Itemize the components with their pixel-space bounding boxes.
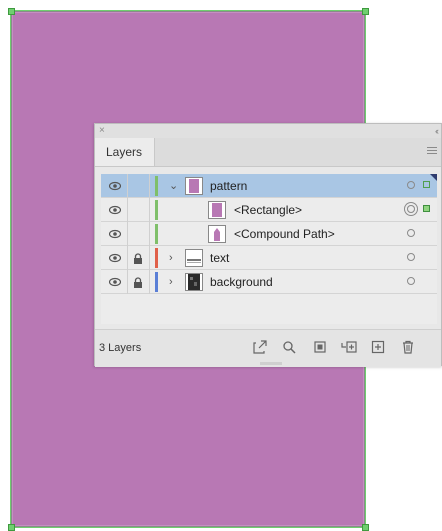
collapse-icon[interactable]: ‹‹ <box>435 124 439 138</box>
panel-titlebar[interactable]: × ‹‹ <box>95 124 441 138</box>
selection-handle-bottom-left[interactable] <box>8 524 15 531</box>
layers-panel: × ‹‹ Layers ⌄ pattern <Rectangle> <Compo… <box>94 123 442 367</box>
selection-edge-left <box>10 10 11 528</box>
tab-layers[interactable]: Layers <box>95 138 155 166</box>
target-icon[interactable] <box>407 253 415 261</box>
selection-indicator[interactable] <box>423 181 430 188</box>
eye-icon[interactable] <box>109 253 121 263</box>
column-divider <box>127 198 128 222</box>
column-divider <box>149 270 150 294</box>
chevron-right-icon[interactable]: › <box>169 275 173 289</box>
export-icon[interactable] <box>253 340 267 354</box>
layer-name[interactable]: pattern <box>210 178 247 194</box>
trash-icon[interactable] <box>401 340 415 354</box>
selection-edge-top <box>11 10 365 11</box>
layer-thumbnail <box>185 177 203 195</box>
column-divider <box>149 198 150 222</box>
layer-name[interactable]: text <box>210 250 229 266</box>
layer-thumbnail <box>185 273 203 291</box>
chevron-down-icon[interactable]: ⌄ <box>169 179 178 193</box>
layer-color-swatch <box>155 248 158 268</box>
layer-name[interactable]: background <box>210 274 273 290</box>
eye-icon[interactable] <box>109 181 121 191</box>
hamburger-icon[interactable] <box>427 147 437 155</box>
layer-list: ⌄ pattern <Rectangle> <Compound Path> › … <box>101 174 437 324</box>
target-icon[interactable] <box>407 229 415 237</box>
compound-path-thumbnail-icon <box>214 228 220 241</box>
layer-color-swatch <box>155 272 158 292</box>
layer-row-text[interactable]: › text <box>101 246 437 270</box>
selection-indicator[interactable] <box>423 205 430 212</box>
clipping-mask-icon[interactable] <box>313 340 327 354</box>
new-layer-icon[interactable] <box>371 340 385 354</box>
layer-color-swatch <box>155 200 158 220</box>
layer-row-pattern[interactable]: ⌄ pattern <box>101 174 437 198</box>
selection-handle-bottom-right[interactable] <box>362 524 369 531</box>
layer-color-swatch <box>155 224 158 244</box>
thumbnail-fill <box>189 179 199 193</box>
layer-name[interactable]: <Rectangle> <box>234 202 302 218</box>
selection-corner-indicator <box>430 174 437 181</box>
resize-grip[interactable] <box>260 362 282 365</box>
background-thumbnail-icon <box>188 274 200 290</box>
close-icon[interactable]: × <box>99 124 105 138</box>
selection-handle-top-right[interactable] <box>362 8 369 15</box>
layer-count: 3 Layers <box>99 342 142 354</box>
chevron-right-icon[interactable]: › <box>169 251 173 265</box>
column-divider <box>149 246 150 270</box>
new-sublayer-icon[interactable] <box>341 340 357 354</box>
layer-name[interactable]: <Compound Path> <box>234 226 335 242</box>
target-icon[interactable] <box>407 277 415 285</box>
column-divider <box>127 246 128 270</box>
layer-thumbnail <box>208 201 226 219</box>
eye-icon[interactable] <box>109 205 121 215</box>
eye-icon[interactable] <box>109 229 121 239</box>
eye-icon[interactable] <box>109 277 121 287</box>
column-divider <box>127 270 128 294</box>
column-divider <box>127 222 128 246</box>
search-icon[interactable] <box>282 340 296 354</box>
column-divider <box>149 222 150 246</box>
layer-thumbnail <box>208 225 226 243</box>
selection-edge-bottom <box>11 527 365 528</box>
thumbnail-fill <box>212 203 222 217</box>
layer-row-rectangle[interactable]: <Rectangle> <box>101 198 437 222</box>
text-thumbnail-icon <box>187 259 201 263</box>
layer-thumbnail <box>185 249 203 267</box>
layer-row-background[interactable]: › background <box>101 270 437 294</box>
panel-footer: 3 Layers <box>95 329 441 367</box>
column-divider <box>149 174 150 198</box>
selection-handle-top-left[interactable] <box>8 8 15 15</box>
layer-row-compound-path[interactable]: <Compound Path> <box>101 222 437 246</box>
panel-tab-strip: Layers <box>95 138 441 167</box>
column-divider <box>127 174 128 198</box>
target-icon[interactable] <box>407 181 415 189</box>
layer-color-swatch <box>155 176 158 196</box>
target-icon[interactable] <box>407 205 415 213</box>
lock-icon[interactable] <box>133 252 143 264</box>
lock-icon[interactable] <box>133 276 143 288</box>
